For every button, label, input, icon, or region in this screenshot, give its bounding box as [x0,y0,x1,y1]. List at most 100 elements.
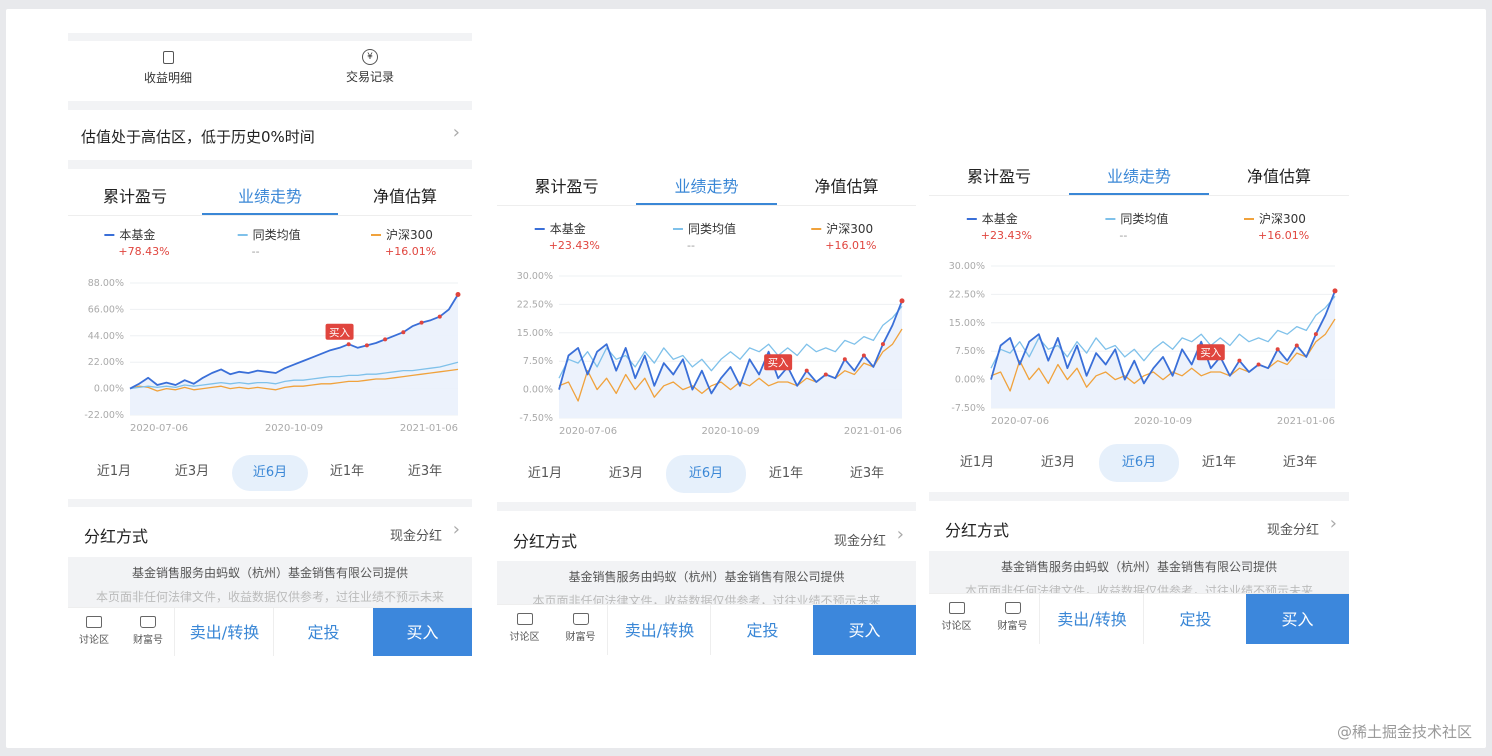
spacer [68,160,472,169]
period-3m[interactable]: 近3月 [594,457,658,491]
dividend-row[interactable]: 分红方式 现金分红 › [68,507,472,557]
period-1y[interactable]: 近1年 [754,457,818,491]
income-detail-label: 收益明细 [143,71,192,85]
period-1m[interactable]: 近1月 [513,457,577,491]
performance-chart: 88.00% 66.00% 44.00% 22.00% 0.00% -22.00% 2020… [84,278,461,434]
tab-performance[interactable]: 业绩走势 [202,183,338,207]
buy-point [1332,288,1338,294]
fund-area [130,294,458,415]
auto-invest-button[interactable]: 定投 [710,605,814,655]
period-6m[interactable]: 近6月 [666,455,746,493]
chat-icon [516,613,533,625]
tab-cumulative-pnl[interactable]: 累计盈亏 [929,163,1069,187]
tab-performance[interactable]: 业绩走势 [1069,163,1209,187]
buy-point [899,298,905,304]
wealth-label: 财富号 [565,632,596,643]
y-tick-label: -22.00% [84,410,124,421]
fund-panel-1: 收益明细 ¥ 交易记录 估值处于高估区，低于历史0%时间 › 累计盈亏 业绩走势… [68,33,472,656]
period-3y[interactable]: 近3年 [835,457,899,491]
tab-nav-estimate[interactable]: 净值估算 [777,173,916,197]
y-tick-label: 22.00% [88,357,124,368]
disclaimer: 基金销售服务由蚂蚁（杭州）基金销售有限公司提供 本页面非任何法律文件，收益数据仅… [929,551,1349,594]
chevron-right-icon: › [452,122,460,143]
dividend-label: 分红方式 [513,532,578,551]
y-tick-label: 22.50% [949,289,985,300]
tab-nav-estimate[interactable]: 净值估算 [338,183,472,207]
period-1y[interactable]: 近1年 [316,455,378,489]
bottom-action-bar: 讨论区 财富号 卖出/转换 定投 买入 [497,604,916,655]
y-tick-label: -7.50% [951,403,985,414]
tab-cumulative-pnl[interactable]: 累计盈亏 [497,173,636,197]
tab-nav-estimate[interactable]: 净值估算 [1209,163,1349,187]
auto-invest-button[interactable]: 定投 [273,608,373,656]
period-6m[interactable]: 近6月 [232,455,308,491]
legend-value-2: +16.01% [385,245,436,258]
period-3m[interactable]: 近3月 [1026,446,1090,480]
tab-performance[interactable]: 业绩走势 [636,173,777,197]
buy-button[interactable]: 买入 [813,605,916,655]
valuation-row[interactable]: 估值处于高估区，低于历史0%时间 › [68,110,472,160]
divider [68,215,472,216]
buy-tag-label: 买入 [768,357,789,369]
chat-icon [948,602,965,614]
dividend-row[interactable]: 分红方式 现金分红 › [497,511,916,561]
wealth-button[interactable]: 财富号 [985,602,1040,632]
x-tick-label: 2021-01-06 [400,423,458,434]
x-tick-label: 2021-01-06 [844,426,902,437]
buy-point [437,314,442,319]
discuss-button[interactable]: 讨论区 [497,613,552,643]
performance-chart: 30.00% 22.50% 15.00% 7.50% 0.00% -7.50% 2020-0… [517,271,905,437]
chat-icon [86,616,102,628]
divider [497,205,916,206]
dividend-value: 现金分红 [389,529,442,544]
period-1y[interactable]: 近1年 [1187,446,1251,480]
sell-convert-button[interactable]: 卖出/转换 [607,605,711,655]
auto-invest-button[interactable]: 定投 [1143,594,1247,644]
trade-record-button[interactable]: ¥ 交易记录 [330,49,410,89]
tab-cumulative-pnl[interactable]: 累计盈亏 [68,183,202,207]
period-3y[interactable]: 近3年 [1268,446,1332,480]
disclaimer: 基金销售服务由蚂蚁（杭州）基金销售有限公司提供 本页面非任何法律文件，收益数据仅… [497,561,916,606]
income-detail-button[interactable]: 收益明细 [128,49,208,89]
wealth-button[interactable]: 财富号 [122,616,174,646]
period-1m[interactable]: 近1月 [83,455,145,489]
buy-point [1313,332,1318,337]
buy-button[interactable]: 买入 [1246,594,1349,644]
wealth-button[interactable]: 财富号 [553,613,608,643]
chevron-right-icon: › [896,524,904,545]
fund-area [559,300,902,418]
y-tick-label: 0.00% [523,385,553,396]
discuss-button[interactable]: 讨论区 [929,602,984,632]
bottom-action-bar: 讨论区 财富号 卖出/转换 定投 买入 [929,593,1349,644]
spacer [497,502,916,511]
period-1m[interactable]: 近1月 [945,446,1009,480]
yen-icon: ¥ [362,49,378,65]
legend-name-1: 同类均值 [688,222,736,236]
period-3m[interactable]: 近3月 [161,455,223,489]
legend-name-0: 本基金 [982,212,1018,226]
y-tick-label: 88.00% [88,278,124,289]
legend-value-2: +16.01% [825,239,876,252]
y-tick-label: 15.00% [949,318,985,329]
x-tick-label: 2021-01-06 [1277,416,1335,427]
period-6m[interactable]: 近6月 [1099,444,1179,482]
legend-value-1: -- [252,245,260,258]
divider [929,195,1349,196]
wealth-label: 财富号 [997,621,1028,632]
buy-point [804,368,809,373]
y-tick-label: 0.00% [94,384,124,395]
dividend-row[interactable]: 分红方式 现金分红 › [929,501,1349,551]
y-tick-label: 7.50% [523,356,553,367]
legend-name-0: 本基金 [119,228,155,242]
sell-convert-button[interactable]: 卖出/转换 [1039,594,1144,644]
y-tick-label: 22.50% [517,299,553,310]
discuss-label: 讨论区 [509,632,540,643]
discuss-button[interactable]: 讨论区 [68,616,120,646]
x-tick-label: 2020-10-09 [265,423,323,434]
sell-convert-button[interactable]: 卖出/转换 [174,608,274,656]
disclaimer-line-1: 基金销售服务由蚂蚁（杭州）基金销售有限公司提供 [568,570,845,584]
fund-panel-3: 累计盈亏 业绩走势 净值估算 本基金 +23.43% 同类均值 -- 沪深300 +16.… [929,150,1349,644]
period-3y[interactable]: 近3年 [394,455,456,489]
x-tick-label: 2020-07-06 [130,423,188,434]
buy-button[interactable]: 买入 [373,608,472,656]
